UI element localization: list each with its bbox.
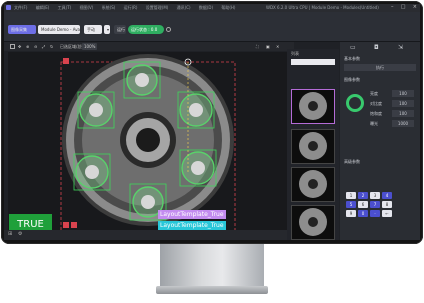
close-image-icon[interactable]: ✕ bbox=[276, 42, 279, 51]
inspection-image bbox=[60, 54, 236, 233]
properties-panel: ▭ ◘ ⇲ 基本参数 执行 图像参数 亮度 100 对比度 100 饱和度 10… bbox=[340, 42, 420, 240]
thumbnail-item[interactable] bbox=[291, 205, 335, 240]
monitor-frame: 文件(F) 编辑(E) 工具(T) 视图(V) 系统(S) 运行(R) 设置管理… bbox=[1, 1, 423, 244]
section-title: 图像参数 bbox=[344, 77, 360, 82]
info-icon[interactable] bbox=[166, 27, 171, 32]
image-toolbar: ✥ ⊕ ⊖ ⤢ ↻ 已选区域/总数量 100% ⛶ ▣ ✕ bbox=[4, 42, 294, 51]
menu-item[interactable]: 编辑(E) bbox=[36, 5, 50, 10]
keypad-button[interactable]: ← bbox=[382, 210, 392, 217]
keypad-button[interactable]: 4 bbox=[382, 192, 392, 199]
rotate-icon[interactable]: ↻ bbox=[50, 42, 53, 51]
result-label: LayoutTemplate_True bbox=[158, 210, 226, 219]
move-icon[interactable]: ✥ bbox=[18, 42, 21, 51]
maximize-icon[interactable]: □ bbox=[401, 4, 406, 10]
main-toolbar: 图像采集 Module Demo - Ava... 手动 ▾ 运行 运行状态 :… bbox=[4, 12, 420, 42]
title-bar: 文件(F) 编辑(E) 工具(T) 视图(V) 系统(S) 运行(R) 设置管理… bbox=[4, 4, 420, 12]
keypad-button[interactable]: 6 bbox=[358, 201, 368, 208]
close-icon[interactable]: × bbox=[413, 4, 417, 10]
thumbnail-item[interactable] bbox=[291, 89, 335, 124]
keypad-button[interactable]: 3 bbox=[370, 192, 380, 199]
keypad-button[interactable]: 2 bbox=[358, 192, 368, 199]
thumbnail-item[interactable] bbox=[291, 167, 335, 202]
monitor-stand bbox=[160, 244, 264, 290]
keypad-button[interactable]: 5 bbox=[346, 201, 356, 208]
menu-item[interactable]: 视图(V) bbox=[80, 5, 94, 10]
panel-tab-icon[interactable]: ▭ bbox=[350, 44, 356, 51]
progress-ring bbox=[346, 94, 364, 112]
camera-icon[interactable]: ◘ bbox=[374, 44, 379, 51]
menu-item[interactable]: 系统(S) bbox=[102, 5, 116, 10]
thumbnail-search-input[interactable] bbox=[291, 59, 335, 65]
thumbnail-panel: 列表 bbox=[287, 49, 339, 240]
keypad-button[interactable]: 0 bbox=[358, 210, 368, 217]
menu-item[interactable]: 文件(F) bbox=[14, 5, 27, 10]
field-input[interactable]: 1000 bbox=[392, 120, 414, 127]
window-controls: – □ × bbox=[385, 4, 417, 10]
keypad-button[interactable]: 9 bbox=[346, 210, 356, 217]
menu-item[interactable]: 工具(T) bbox=[58, 5, 72, 10]
export-icon[interactable]: ⇲ bbox=[398, 44, 403, 51]
zoom-out-icon[interactable]: ⊖ bbox=[34, 42, 37, 51]
menu-item[interactable]: 设置管理(M) bbox=[146, 5, 169, 10]
result-label: LayoutTemplate_True bbox=[158, 221, 226, 230]
thumbnail-header: 列表 bbox=[291, 51, 299, 56]
execute-button[interactable]: 执行 bbox=[344, 64, 416, 71]
app-window: 文件(F) 编辑(E) 工具(T) 视图(V) 系统(S) 运行(R) 设置管理… bbox=[4, 4, 420, 240]
image-status-bar: ⊞ ⚙ bbox=[4, 230, 294, 240]
menu-bar: 文件(F) 编辑(E) 工具(T) 视图(V) 系统(S) 运行(R) 设置管理… bbox=[14, 5, 242, 11]
fit-icon[interactable]: ⤢ bbox=[42, 42, 45, 51]
field-input[interactable]: 100 bbox=[392, 100, 414, 107]
menu-item[interactable]: 运行(R) bbox=[124, 5, 138, 10]
image-viewport[interactable] bbox=[8, 52, 292, 236]
save-image-icon[interactable]: ▣ bbox=[266, 42, 270, 51]
status-toggle[interactable]: 运行状态 : 0.0 bbox=[128, 25, 164, 34]
section-title: 基本参数 bbox=[344, 56, 360, 61]
window-title: WDX 6.2.0 Ultra CPU | Module Demo - Modu… bbox=[266, 5, 379, 10]
minimize-icon[interactable]: – bbox=[391, 4, 394, 10]
menu-item[interactable]: 数据(D) bbox=[199, 5, 213, 10]
run-button[interactable]: 运行 bbox=[114, 25, 126, 34]
grid-icon[interactable]: ⊞ bbox=[8, 231, 12, 237]
app-logo-icon bbox=[6, 5, 11, 10]
keypad-button[interactable]: 8 bbox=[382, 201, 392, 208]
menu-item[interactable]: 帮助(H) bbox=[221, 5, 235, 10]
monitor-base bbox=[156, 286, 268, 294]
settings-icon[interactable]: ⚙ bbox=[18, 231, 22, 237]
keypad-button[interactable]: · bbox=[370, 210, 380, 217]
select-icon[interactable] bbox=[10, 44, 15, 49]
mode-select[interactable]: 手动 bbox=[84, 25, 102, 34]
section-title: 高级参数 bbox=[344, 159, 360, 164]
menu-item[interactable]: 通讯(C) bbox=[177, 5, 191, 10]
zoom-in-icon[interactable]: ⊕ bbox=[26, 42, 29, 51]
chevron-down-icon[interactable]: ▾ bbox=[104, 25, 110, 34]
field-input[interactable]: 100 bbox=[392, 110, 414, 117]
solution-select[interactable]: Module Demo - Ava... bbox=[38, 25, 80, 34]
module-button[interactable]: 图像采集 bbox=[8, 25, 36, 34]
keypad-button[interactable]: 1 bbox=[346, 192, 356, 199]
expand-icon[interactable]: ⛶ bbox=[256, 42, 259, 51]
field-input[interactable]: 100 bbox=[392, 90, 414, 97]
zoom-select[interactable]: 100% bbox=[82, 43, 98, 50]
thumbnail-item[interactable] bbox=[291, 129, 335, 164]
keypad-button[interactable]: 7 bbox=[370, 201, 380, 208]
